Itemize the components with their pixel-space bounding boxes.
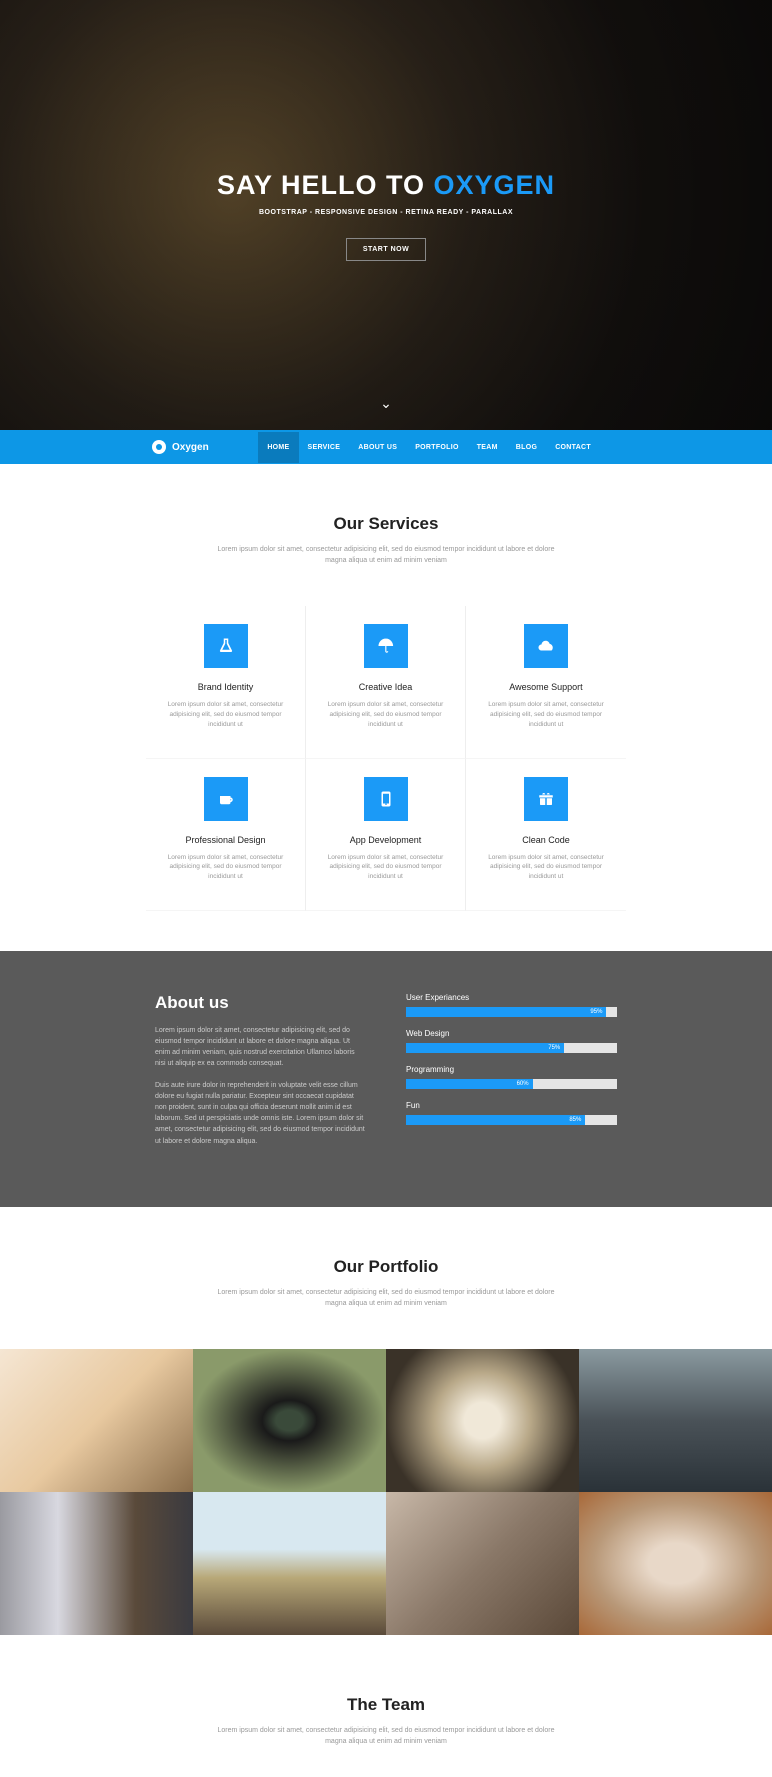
nav-item-service[interactable]: SERVICE [299, 432, 350, 463]
service-title: Professional Design [185, 835, 265, 845]
gift-icon [524, 777, 568, 821]
skill-pct: 75% [548, 1043, 560, 1053]
service-card: App Development Lorem ipsum dolor sit am… [306, 759, 466, 911]
team-section: The Team Lorem ipsum dolor sit amet, con… [0, 1635, 772, 1777]
about-skills-col: User Experiances 95% Web Design 75% Prog… [406, 993, 617, 1157]
service-title: Clean Code [522, 835, 570, 845]
skill-pct: 85% [569, 1115, 581, 1125]
portfolio-item[interactable] [386, 1349, 579, 1492]
skill-bar: 60% [406, 1079, 617, 1089]
about-para: Lorem ipsum dolor sit amet, consectetur … [155, 1025, 366, 1070]
skill-row: Programming 60% [406, 1065, 617, 1089]
nav-item-team[interactable]: TEAM [468, 432, 507, 463]
portfolio-item[interactable] [193, 1349, 386, 1492]
coffee-icon [204, 777, 248, 821]
service-card: Clean Code Lorem ipsum dolor sit amet, c… [466, 759, 626, 911]
portfolio-title: Our Portfolio [22, 1257, 750, 1277]
portfolio-item[interactable] [0, 1349, 193, 1492]
service-desc: Lorem ipsum dolor sit amet, consectetur … [156, 700, 295, 729]
service-card: Creative Idea Lorem ipsum dolor sit amet… [306, 606, 466, 758]
skill-bar: 95% [406, 1007, 617, 1017]
skill-row: Web Design 75% [406, 1029, 617, 1053]
service-desc: Lorem ipsum dolor sit amet, consectetur … [476, 853, 616, 882]
brand-name: Oxygen [172, 442, 209, 453]
skill-pct: 95% [590, 1007, 602, 1017]
skill-bar: 85% [406, 1115, 617, 1125]
nav-item-contact[interactable]: CONTACT [546, 432, 600, 463]
service-card: Professional Design Lorem ipsum dolor si… [146, 759, 306, 911]
portfolio-desc: Lorem ipsum dolor sit amet, consectetur … [211, 1287, 561, 1309]
service-title: Brand Identity [198, 682, 254, 692]
services-title: Our Services [22, 514, 750, 534]
hero-title: SAY HELLO TO OXYGEN [217, 170, 555, 201]
skill-pct: 60% [517, 1079, 529, 1089]
skill-row: User Experiances 95% [406, 993, 617, 1017]
about-para: Duis aute irure dolor in reprehenderit i… [155, 1080, 366, 1147]
service-title: Awesome Support [509, 682, 582, 692]
portfolio-item[interactable] [579, 1492, 772, 1635]
service-desc: Lorem ipsum dolor sit amet, consectetur … [316, 700, 455, 729]
start-now-button[interactable]: START NOW [346, 238, 426, 261]
main-nav: Oxygen HOME SERVICE ABOUT US PORTFOLIO T… [0, 430, 772, 464]
portfolio-grid [0, 1349, 772, 1635]
brand-logo[interactable]: Oxygen [152, 440, 209, 454]
services-section: Our Services Lorem ipsum dolor sit amet,… [0, 464, 772, 951]
cloud-icon [524, 624, 568, 668]
about-title: About us [155, 993, 366, 1013]
skill-name: User Experiances [406, 993, 617, 1002]
hero-title-prefix: SAY HELLO TO [217, 170, 434, 200]
hero-title-accent: OXYGEN [434, 170, 556, 200]
portfolio-item[interactable] [386, 1492, 579, 1635]
service-title: App Development [350, 835, 422, 845]
nav-items: HOME SERVICE ABOUT US PORTFOLIO TEAM BLO… [258, 432, 600, 463]
skill-bar: 75% [406, 1043, 617, 1053]
service-desc: Lorem ipsum dolor sit amet, consectetur … [156, 853, 295, 882]
services-desc: Lorem ipsum dolor sit amet, consectetur … [211, 544, 561, 566]
service-desc: Lorem ipsum dolor sit amet, consectetur … [476, 700, 616, 729]
service-desc: Lorem ipsum dolor sit amet, consectetur … [316, 853, 455, 882]
skill-name: Fun [406, 1101, 617, 1110]
mobile-icon [364, 777, 408, 821]
portfolio-section: Our Portfolio Lorem ipsum dolor sit amet… [0, 1207, 772, 1349]
service-card: Awesome Support Lorem ipsum dolor sit am… [466, 606, 626, 758]
team-title: The Team [22, 1695, 750, 1715]
umbrella-icon [364, 624, 408, 668]
service-title: Creative Idea [359, 682, 413, 692]
nav-item-portfolio[interactable]: PORTFOLIO [406, 432, 468, 463]
portfolio-item[interactable] [579, 1349, 772, 1492]
skill-row: Fun 85% [406, 1101, 617, 1125]
nav-item-home[interactable]: HOME [258, 432, 298, 463]
team-desc: Lorem ipsum dolor sit amet, consectetur … [211, 1725, 561, 1747]
hero-subtitle: BOOTSTRAP - RESPONSIVE DESIGN - RETINA R… [259, 209, 513, 216]
skill-name: Programming [406, 1065, 617, 1074]
skill-name: Web Design [406, 1029, 617, 1038]
services-grid: Brand Identity Lorem ipsum dolor sit ame… [146, 606, 626, 911]
service-card: Brand Identity Lorem ipsum dolor sit ame… [146, 606, 306, 758]
about-section: About us Lorem ipsum dolor sit amet, con… [0, 951, 772, 1207]
flask-icon [204, 624, 248, 668]
portfolio-item[interactable] [0, 1492, 193, 1635]
nav-item-about[interactable]: ABOUT US [349, 432, 406, 463]
chevron-down-icon[interactable]: ⌄ [380, 395, 392, 412]
nav-item-blog[interactable]: BLOG [507, 432, 546, 463]
about-text-col: About us Lorem ipsum dolor sit amet, con… [155, 993, 366, 1157]
portfolio-item[interactable] [193, 1492, 386, 1635]
logo-icon [152, 440, 166, 454]
hero-section: SAY HELLO TO OXYGEN BOOTSTRAP - RESPONSI… [0, 0, 772, 430]
